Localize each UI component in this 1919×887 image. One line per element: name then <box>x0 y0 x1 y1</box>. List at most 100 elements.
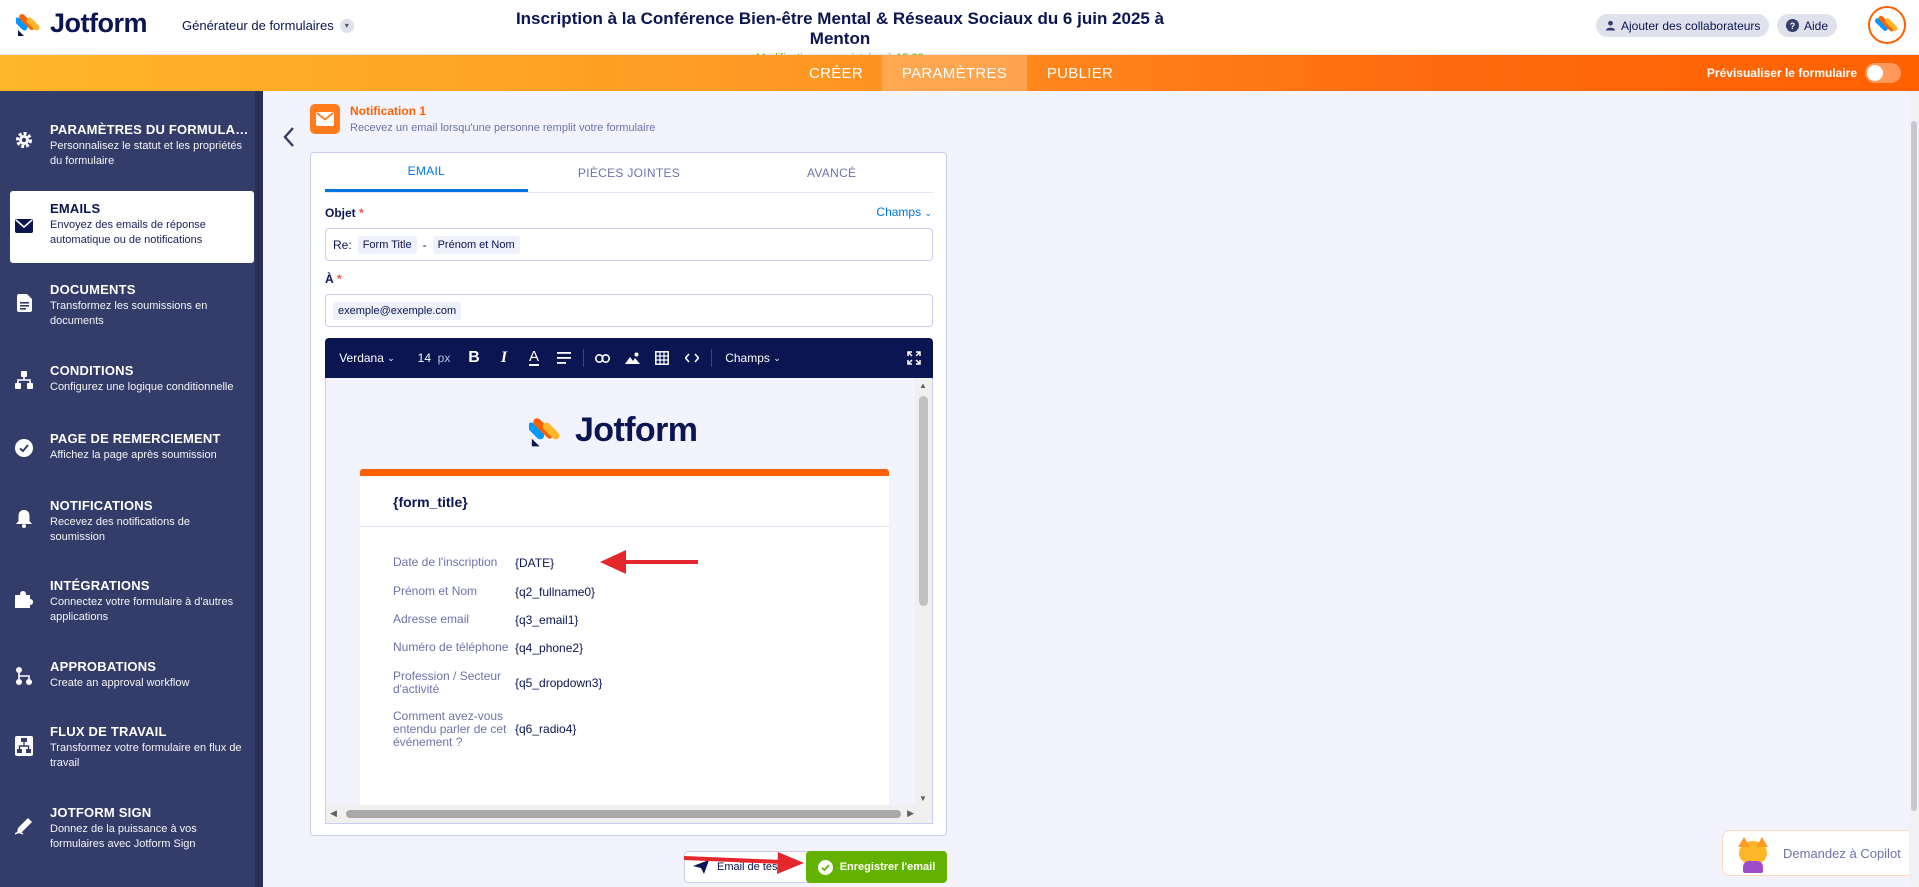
email-notification-icon <box>310 104 340 134</box>
sidebar-item-desc: Personnalisez le statut et les propriété… <box>50 140 242 167</box>
email-brand-name: Jotform <box>575 411 698 449</box>
sidebar-item-title: DOCUMENTS <box>50 282 136 297</box>
subject-label: Objet * <box>325 206 364 220</box>
top-header: Jotform Générateur de formulaires ▾ Insc… <box>0 0 1919 64</box>
save-email-button[interactable]: Enregistrer l'email <box>806 851 947 883</box>
tab-create[interactable]: CRÉER <box>790 55 882 91</box>
jotform-logo-icon <box>16 13 40 36</box>
preview-label: Prévisualiser le formulaire <box>1706 66 1857 80</box>
field-row-label: Numéro de téléphone <box>393 640 509 654</box>
sidebar-item-desc: Affichez la page après soumission <box>50 449 217 461</box>
chevron-down-icon: ⌄ <box>387 352 395 363</box>
add-collaborators-button[interactable]: Ajouter des collaborateurs <box>1596 14 1770 37</box>
editor-horizontal-scrollbar[interactable]: ◀ ▶ <box>326 805 932 823</box>
scrollbar-thumb[interactable] <box>919 396 928 606</box>
sidebar-item-thank-you-page[interactable]: PAGE DE REMERCIEMENT Affichez la page apr… <box>10 421 254 471</box>
email-tabs: EMAIL PIÈCES JOINTES AVANCÉ <box>325 153 933 193</box>
form-title[interactable]: Inscription à la Conférence Bien-être Me… <box>500 9 1180 49</box>
sidebar-item-title: CONDITIONS <box>50 363 134 378</box>
field-row-value: {q2_fullname0} <box>515 585 596 599</box>
jotform-logo[interactable]: Jotform <box>16 8 148 39</box>
sidebar-item-jotform-sign[interactable]: JOTFORM SIGN Donnez de la puissance à vos… <box>10 795 254 860</box>
brand-name: Jotform <box>50 8 148 38</box>
builder-dropdown[interactable]: Générateur de formulaires ▾ <box>182 18 354 33</box>
sidebar-item-notifications[interactable]: NOTIFICATIONS Recevez des notifications d… <box>10 488 254 553</box>
sidebar-item-title: JOTFORM SIGN <box>50 805 152 820</box>
sidebar-item-conditions[interactable]: CONDITIONS Configurez une logique conditi… <box>10 353 254 403</box>
workflow-icon <box>10 714 38 779</box>
page-scrollbar[interactable] <box>1909 91 1919 887</box>
fullscreen-icon[interactable] <box>791 351 933 365</box>
field-row-value: {DATE} <box>515 556 555 570</box>
image-icon[interactable] <box>617 352 647 364</box>
sidebar-item-integrations[interactable]: INTÉGRATIONS Connectez votre formulaire à… <box>10 568 254 633</box>
subject-fields-dropdown[interactable]: Champs ⌄ <box>876 205 932 219</box>
copilot-launcher[interactable]: Demandez à Copilot <box>1722 830 1910 876</box>
help-icon: ? <box>1786 19 1799 32</box>
sidebar-item-title: APPROBATIONS <box>50 659 157 674</box>
subject-input[interactable]: Re: Form Title - Prénom et Nom <box>325 228 933 261</box>
field-row-value: {q3_email1} <box>515 613 579 627</box>
builder-label: Générateur de formulaires <box>182 18 334 33</box>
insert-fields-dropdown[interactable]: Champs ⌄ <box>715 351 791 365</box>
field-row-label: Comment avez-vous entendu parler de cet … <box>393 709 507 749</box>
font-size-input[interactable]: 14 px <box>409 351 459 365</box>
scroll-right-icon[interactable]: ▶ <box>907 808 914 819</box>
annotation-arrow-icon <box>600 550 698 574</box>
email-body-editor[interactable]: Jotform {form_title} Date de l'inscripti… <box>325 378 933 824</box>
sidebar-item-title: INTÉGRATIONS <box>50 578 150 593</box>
text-color-icon[interactable]: A <box>519 349 549 366</box>
sidebar-item-desc: Recevez des notifications de soumission <box>50 516 191 543</box>
align-icon[interactable] <box>549 352 579 364</box>
email-form-title-placeholder: {form_title} <box>393 494 468 510</box>
code-icon[interactable] <box>677 353 707 363</box>
copilot-label: Demandez à Copilot <box>1783 845 1901 861</box>
table-icon[interactable] <box>647 351 677 365</box>
editor-vertical-scrollbar[interactable]: ▲ ▼ <box>915 378 932 806</box>
subject-tag-fullname[interactable]: Prénom et Nom <box>432 235 520 254</box>
preview-form-toggle[interactable]: Prévisualiser le formulaire <box>1707 63 1901 83</box>
preview-switch[interactable] <box>1865 63 1901 83</box>
link-icon[interactable] <box>587 353 617 363</box>
recipient-input[interactable]: exemple@exemple.com <box>325 294 933 327</box>
tab-publish[interactable]: PUBLIER <box>1027 55 1133 91</box>
scroll-left-icon[interactable]: ◀ <box>330 808 337 819</box>
notification-header: Notification 1 Recevez un email lorsqu'u… <box>310 104 655 134</box>
jotform-logo-icon <box>529 417 560 446</box>
field-row-label: Date de l'inscription <box>393 555 498 569</box>
editor-toolbar: Verdana ⌄ 14 px B I A Champs ⌄ <box>325 338 933 378</box>
field-row-label: Profession / Secteur d'activité <box>393 669 502 696</box>
sidebar-item-desc: Connectez votre formulaire à d'autres ap… <box>50 596 234 623</box>
sidebar-item-approvals[interactable]: APPROBATIONS Create an approval workflow <box>10 649 254 699</box>
italic-icon[interactable]: I <box>489 349 519 367</box>
signature-icon <box>10 795 38 860</box>
subject-prefix: Re: <box>333 237 352 252</box>
sidebar-item-desc: Envoyez des emails de réponse automatiqu… <box>50 219 206 246</box>
scroll-down-icon[interactable]: ▼ <box>919 794 927 803</box>
sidebar-item-form-settings[interactable]: PARAMÈTRES DU FORMULAIRE Personnalisez le… <box>10 112 254 177</box>
help-button[interactable]: ? Aide <box>1777 14 1838 37</box>
notification-name[interactable]: Notification 1 <box>350 104 655 118</box>
back-chevron-icon[interactable] <box>282 126 296 155</box>
bold-icon[interactable]: B <box>459 349 489 367</box>
scrollbar-thumb[interactable] <box>346 810 901 818</box>
email-preview-canvas: Jotform {form_title} Date de l'inscripti… <box>326 378 916 806</box>
sidebar-item-workflow[interactable]: FLUX DE TRAVAIL Transformez votre formula… <box>10 714 254 779</box>
recipient-label: À * <box>325 272 342 286</box>
tab-settings[interactable]: PARAMÈTRES <box>882 55 1027 91</box>
subject-separator: - <box>422 237 427 252</box>
scroll-up-icon[interactable]: ▲ <box>919 381 927 390</box>
sidebar-item-documents[interactable]: DOCUMENTS Transformez les soumissions en … <box>10 272 254 337</box>
tab-advanced[interactable]: AVANCÉ <box>730 153 933 192</box>
scrollbar-thumb[interactable] <box>1911 121 1917 811</box>
font-family-select[interactable]: Verdana ⌄ <box>325 351 409 365</box>
avatar[interactable] <box>1868 6 1906 44</box>
sidebar-item-desc: Transformez votre formulaire en flux de … <box>50 742 242 769</box>
toolbar-divider <box>707 349 715 367</box>
recipient-email-tag[interactable]: exemple@exemple.com <box>333 301 462 320</box>
tab-attachments[interactable]: PIÈCES JOINTES <box>528 153 731 192</box>
check-circle-icon <box>10 421 38 471</box>
sidebar-item-emails[interactable]: EMAILS Envoyez des emails de réponse auto… <box>10 191 254 263</box>
tab-email[interactable]: EMAIL <box>325 153 528 192</box>
subject-tag-form-title[interactable]: Form Title <box>357 235 417 254</box>
